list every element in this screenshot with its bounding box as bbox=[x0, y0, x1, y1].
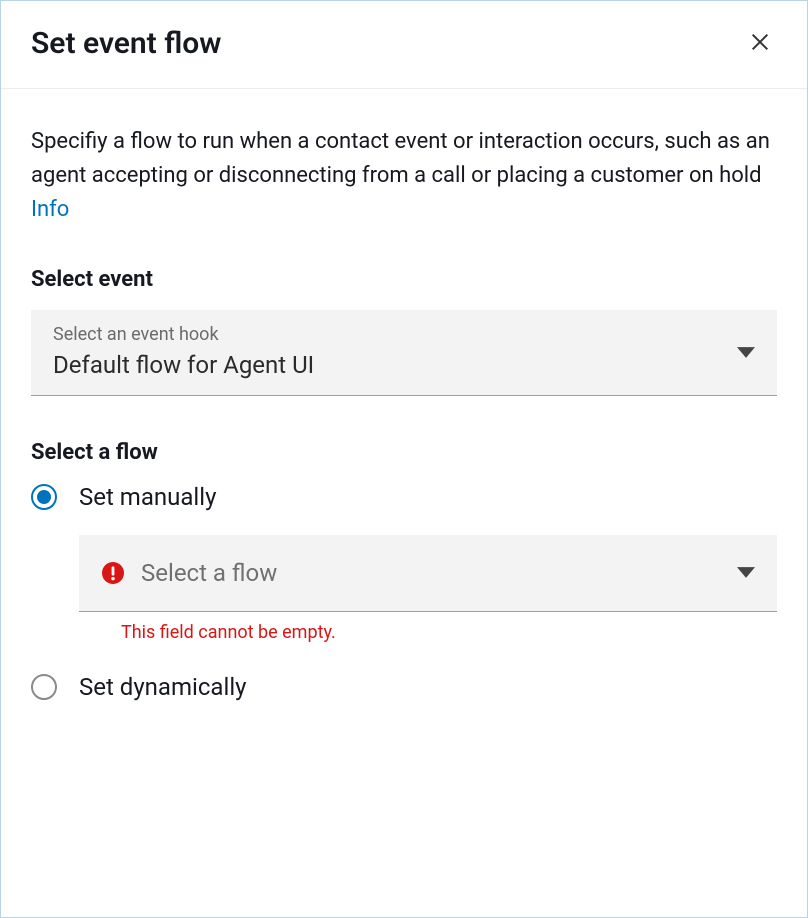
info-link[interactable]: Info bbox=[31, 197, 69, 222]
error-icon bbox=[101, 561, 125, 585]
event-hook-small-label: Select an event hook bbox=[53, 324, 755, 345]
radio-label-dynamic: Set dynamically bbox=[79, 673, 247, 701]
set-event-flow-panel: Set event flow Specifiy a flow to run wh… bbox=[0, 0, 808, 918]
panel-body: Specifiy a flow to run when a contact ev… bbox=[1, 89, 807, 701]
description-text: Specifiy a flow to run when a contact ev… bbox=[31, 129, 770, 188]
event-hook-value: Default flow for Agent UI bbox=[53, 351, 755, 379]
panel-description: Specifiy a flow to run when a contact ev… bbox=[31, 125, 777, 227]
chevron-down-icon bbox=[737, 343, 755, 362]
select-event-label: Select event bbox=[31, 267, 777, 292]
flow-mode-radio-group: Set manually Select a flow bbox=[31, 483, 777, 701]
chevron-down-icon bbox=[737, 564, 755, 583]
radio-icon bbox=[31, 674, 57, 700]
flow-error-message: This field cannot be empty. bbox=[121, 622, 777, 643]
radio-selected-dot bbox=[37, 490, 51, 504]
radio-label-manual: Set manually bbox=[79, 483, 216, 511]
close-icon bbox=[749, 31, 771, 56]
flow-dropdown[interactable]: Select a flow bbox=[79, 535, 777, 612]
radio-icon bbox=[31, 484, 57, 510]
panel-header: Set event flow bbox=[1, 1, 807, 89]
select-flow-label: Select a flow bbox=[31, 440, 777, 465]
close-button[interactable] bbox=[743, 25, 777, 62]
event-hook-dropdown[interactable]: Select an event hook Default flow for Ag… bbox=[31, 310, 777, 396]
radio-option-manual[interactable]: Set manually bbox=[31, 483, 777, 511]
flow-dropdown-placeholder: Select a flow bbox=[141, 559, 277, 587]
radio-option-manual-wrapper: Set manually Select a flow bbox=[31, 483, 777, 643]
manual-flow-nested: Select a flow This field cannot be empty… bbox=[79, 535, 777, 643]
radio-option-dynamic[interactable]: Set dynamically bbox=[31, 673, 777, 701]
flow-dropdown-row: Select a flow bbox=[101, 559, 755, 587]
panel-title: Set event flow bbox=[31, 26, 221, 61]
